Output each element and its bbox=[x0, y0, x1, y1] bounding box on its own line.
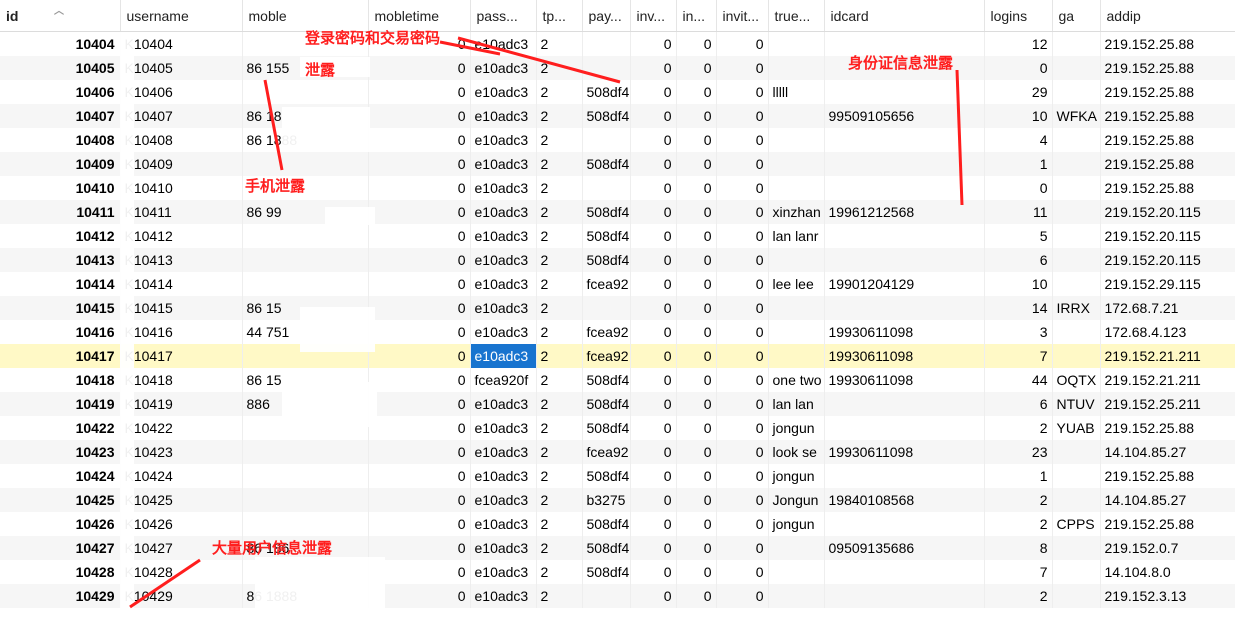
arrow-to-pay-column bbox=[457, 36, 621, 84]
arrow-to-moble-column bbox=[263, 79, 284, 171]
arrow-to-idcard-column bbox=[955, 69, 964, 206]
annotation-arrows bbox=[129, 36, 964, 609]
arrow-mass-leak bbox=[129, 558, 201, 609]
